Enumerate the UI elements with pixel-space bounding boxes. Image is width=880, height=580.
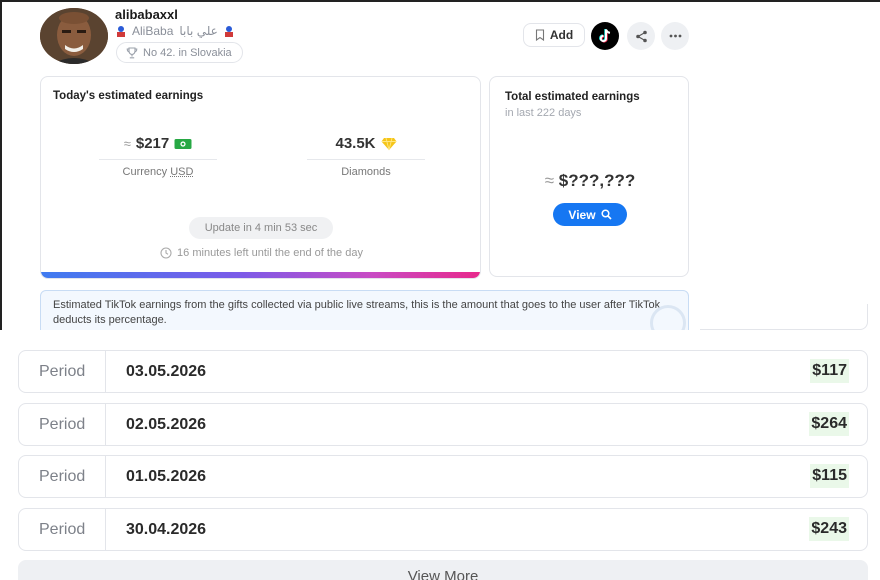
period-label: Period <box>39 415 86 433</box>
diamond-icon <box>381 137 397 150</box>
tiktok-icon <box>599 29 611 43</box>
more-button[interactable] <box>661 22 689 50</box>
period-date: 01.05.2026 <box>126 468 207 485</box>
approx-sign: ≈ <box>544 171 555 190</box>
nickname: AliBaba <box>132 24 174 38</box>
rank-text: No 42. in Slovakia <box>143 46 232 59</box>
period-list: Period 03.05.2026 $117 Period 02.05.2026… <box>18 350 868 560</box>
add-button[interactable]: Add <box>523 23 585 47</box>
period-row: Period 02.05.2026 $264 <box>18 402 868 446</box>
total-earnings-subtitle: in last 222 days <box>505 107 582 119</box>
total-earnings-card: Total estimated earnings in last 222 day… <box>489 76 689 277</box>
bookmark-icon <box>535 29 544 41</box>
clock-icon <box>160 247 172 259</box>
update-countdown: Update in 4 min 53 sec <box>189 217 333 239</box>
period-amount: $115 <box>810 464 849 488</box>
period-amount: $243 <box>809 516 849 541</box>
diamonds-metric: 43.5K Diamonds <box>307 135 425 178</box>
view-button[interactable]: View <box>553 203 627 226</box>
nickname-arabic: علي بابا <box>179 24 218 38</box>
total-earnings-amount: ≈ $???,??? <box>490 171 688 191</box>
avatar[interactable] <box>40 8 108 64</box>
add-label: Add <box>549 28 574 42</box>
total-earnings-title: Total estimated earnings <box>505 91 640 103</box>
username: alibabaxxl <box>115 7 178 22</box>
today-earnings-title: Today's estimated earnings <box>53 90 204 102</box>
time-left-row: 16 minutes left until the end of the day <box>41 247 480 259</box>
usd-label: Currency <box>122 166 171 178</box>
day-progress-bar <box>41 272 480 278</box>
period-label: Period <box>39 468 86 485</box>
card-edge <box>700 304 868 330</box>
rank-badge[interactable]: No 42. in Slovakia <box>116 42 243 63</box>
period-date: 30.04.2026 <box>126 520 207 538</box>
person-flag-icon <box>224 25 234 37</box>
time-left-text: 16 minutes left until the end of the day <box>177 247 363 259</box>
earnings-panel: alibabaxxl AliBaba علي بابا No 42. in Sl… <box>2 2 710 330</box>
share-button[interactable] <box>627 22 655 50</box>
period-label: Period <box>39 363 86 380</box>
earnings-info-box: Estimated TikTok earnings from the gifts… <box>40 290 689 330</box>
hidden-amount: $???,??? <box>558 171 636 190</box>
tiktok-button[interactable] <box>591 22 619 50</box>
person-flag-icon <box>116 25 126 37</box>
usd-value: $217 <box>135 135 170 152</box>
usd-metric: ≈ $217 Currency USD <box>99 135 217 178</box>
period-row: Period 01.05.2026 $115 <box>18 455 868 498</box>
view-more-button[interactable]: View More <box>18 560 868 580</box>
diamonds-value: 43.5K <box>335 135 376 152</box>
info-icon <box>650 305 686 330</box>
today-earnings-card: Today's estimated earnings ≈ $217 Curren… <box>40 76 481 279</box>
share-icon <box>635 30 647 42</box>
search-icon <box>601 209 612 220</box>
approx-sign: ≈ <box>123 136 131 151</box>
trophy-icon <box>126 46 138 58</box>
screen: alibabaxxl AliBaba علي بابا No 42. in Sl… <box>0 0 880 580</box>
diamonds-label: Diamonds <box>341 166 391 178</box>
period-amount: $264 <box>809 411 849 436</box>
cash-icon <box>174 138 192 149</box>
more-dots-icon <box>669 34 681 38</box>
view-label: View <box>568 207 596 222</box>
period-label: Period <box>39 520 86 538</box>
period-date: 02.05.2026 <box>126 415 207 433</box>
nickname-row: AliBaba علي بابا <box>116 24 234 38</box>
info-text: Estimated TikTok earnings from the gifts… <box>53 299 661 326</box>
period-date: 03.05.2026 <box>126 363 207 380</box>
period-row: Period 03.05.2026 $117 <box>18 350 868 393</box>
period-amount: $117 <box>810 359 849 383</box>
usd-unit: USD <box>170 166 194 178</box>
period-row: Period 30.04.2026 $243 <box>18 507 868 551</box>
